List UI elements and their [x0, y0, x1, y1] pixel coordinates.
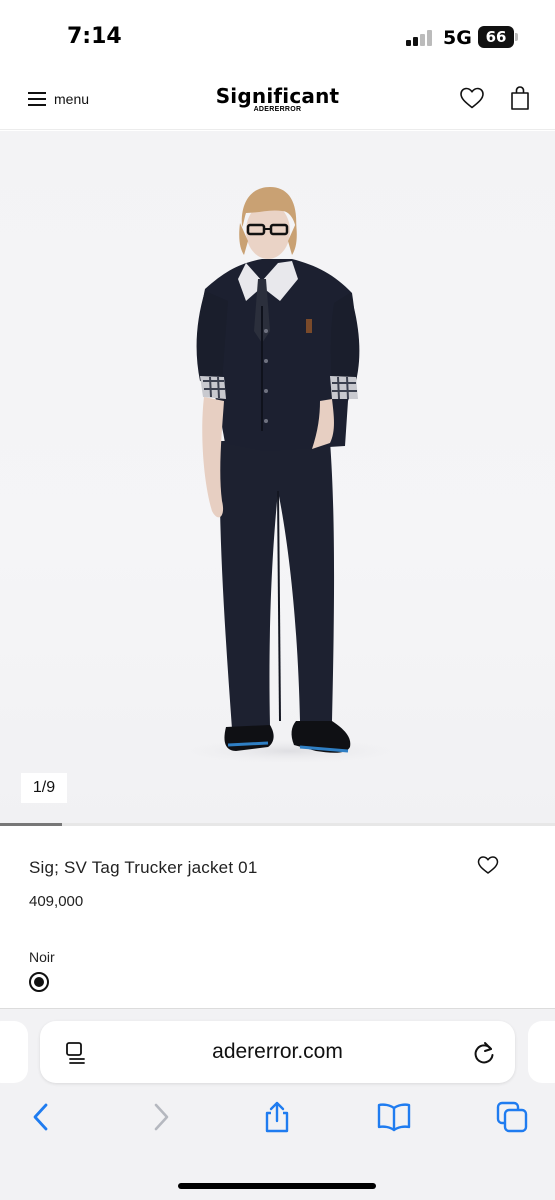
network-type: 5G: [443, 27, 472, 49]
image-counter: 1/9: [21, 773, 67, 803]
gallery-progress: [0, 823, 555, 826]
back-button[interactable]: [21, 1097, 61, 1137]
heart-outline-icon[interactable]: [477, 855, 499, 875]
next-tab-peek[interactable]: [528, 1021, 555, 1083]
tabs-icon: [496, 1101, 528, 1133]
status-bar: 7:14 5G 66: [0, 0, 555, 70]
site-header: menu Significant ADERERROR: [0, 70, 555, 130]
browser-chrome: adererror.com: [0, 1008, 555, 1200]
product-price: 409,000: [29, 893, 84, 910]
status-time: 7:14: [67, 24, 122, 49]
color-label: Noir: [29, 949, 55, 965]
bookmarks-button[interactable]: [374, 1097, 414, 1137]
heart-outline-icon[interactable]: [459, 86, 485, 110]
color-swatch-noir[interactable]: [29, 972, 49, 992]
share-button[interactable]: [257, 1097, 297, 1137]
reload-icon[interactable]: [472, 1040, 496, 1066]
product-title: Sig; SV Tag Trucker jacket 01: [29, 858, 258, 877]
forward-button[interactable]: [141, 1097, 181, 1137]
product-image[interactable]: [0, 131, 555, 826]
forward-icon: [154, 1103, 169, 1131]
signal-strength-icon: [406, 30, 434, 46]
model-photo: [170, 187, 410, 765]
back-icon: [33, 1103, 48, 1131]
tabs-button[interactable]: [492, 1097, 532, 1137]
address-bar[interactable]: adererror.com: [40, 1021, 515, 1083]
battery-level: 66: [478, 26, 514, 48]
previous-tab-peek[interactable]: [0, 1021, 28, 1083]
share-icon: [265, 1101, 289, 1133]
home-indicator: [178, 1183, 376, 1189]
url-text: adererror.com: [212, 1040, 343, 1063]
battery-icon: 66: [478, 26, 518, 48]
shopping-bag-icon[interactable]: [509, 85, 531, 111]
bookmarks-icon: [377, 1103, 411, 1132]
browser-toolbar: [0, 1097, 555, 1147]
gallery-progress-fill: [0, 823, 62, 826]
